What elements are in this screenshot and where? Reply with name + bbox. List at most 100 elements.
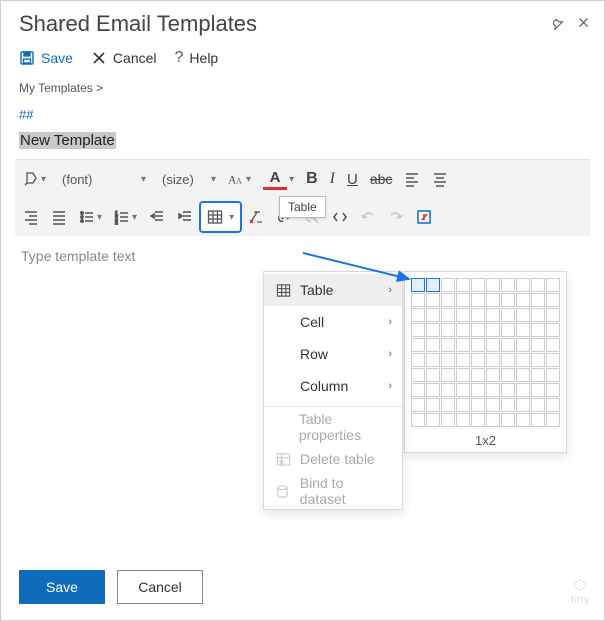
table-button[interactable]: ▾ bbox=[199, 201, 242, 233]
grid-cell[interactable] bbox=[486, 353, 500, 367]
numbered-list-button[interactable]: 123 ▾ bbox=[108, 202, 143, 232]
grid-cell[interactable] bbox=[456, 368, 470, 382]
grid-cell[interactable] bbox=[411, 368, 425, 382]
grid-cell[interactable] bbox=[426, 323, 440, 337]
grid-cell[interactable] bbox=[411, 278, 425, 292]
clear-formatting-button[interactable] bbox=[242, 202, 270, 232]
grid-cell[interactable] bbox=[471, 368, 485, 382]
grid-cell[interactable] bbox=[441, 368, 455, 382]
bold-button[interactable]: B bbox=[300, 164, 324, 194]
grid-cell[interactable] bbox=[426, 338, 440, 352]
grid-cell[interactable] bbox=[456, 323, 470, 337]
grid-cell[interactable] bbox=[471, 293, 485, 307]
grid-cell[interactable] bbox=[426, 383, 440, 397]
grid-cell[interactable] bbox=[501, 398, 515, 412]
grid-cell[interactable] bbox=[501, 308, 515, 322]
strike-button[interactable]: abc bbox=[364, 164, 399, 194]
grid-cell[interactable] bbox=[546, 308, 560, 322]
grid-cell[interactable] bbox=[486, 413, 500, 427]
grid-cell[interactable] bbox=[486, 338, 500, 352]
close-icon[interactable] bbox=[577, 16, 590, 33]
grid-cell[interactable] bbox=[501, 338, 515, 352]
grid-cell[interactable] bbox=[546, 398, 560, 412]
grid-cell[interactable] bbox=[486, 398, 500, 412]
grid-cell[interactable] bbox=[426, 278, 440, 292]
grid-cell[interactable] bbox=[471, 338, 485, 352]
grid-cell[interactable] bbox=[456, 383, 470, 397]
grid-cell[interactable] bbox=[471, 383, 485, 397]
grid-cell[interactable] bbox=[426, 398, 440, 412]
font-step-button[interactable]: AA ▾ bbox=[222, 164, 257, 194]
grid-cell[interactable] bbox=[441, 398, 455, 412]
macro-button[interactable]: ▾ bbox=[17, 164, 52, 194]
grid-cell[interactable] bbox=[471, 413, 485, 427]
grid-cell[interactable] bbox=[441, 413, 455, 427]
grid-cell[interactable] bbox=[471, 398, 485, 412]
align-left-button[interactable] bbox=[398, 164, 426, 194]
grid-cell[interactable] bbox=[501, 413, 515, 427]
menu-column[interactable]: Column › bbox=[264, 370, 402, 402]
grid-cell[interactable] bbox=[411, 353, 425, 367]
grid-cell[interactable] bbox=[546, 368, 560, 382]
grid-cell[interactable] bbox=[546, 338, 560, 352]
grid-cell[interactable] bbox=[456, 413, 470, 427]
grid-cell[interactable] bbox=[501, 368, 515, 382]
bullet-list-button[interactable]: ▾ bbox=[73, 202, 108, 232]
grid-cell[interactable] bbox=[411, 398, 425, 412]
grid-cell[interactable] bbox=[456, 278, 470, 292]
grid-cell[interactable] bbox=[456, 338, 470, 352]
grid-cell[interactable] bbox=[441, 353, 455, 367]
grid-cell[interactable] bbox=[426, 353, 440, 367]
grid-cell[interactable] bbox=[516, 308, 530, 322]
grid-cell[interactable] bbox=[486, 383, 500, 397]
grid-cell[interactable] bbox=[516, 353, 530, 367]
grid-cell[interactable] bbox=[456, 398, 470, 412]
grid-cell[interactable] bbox=[516, 338, 530, 352]
grid-cell[interactable] bbox=[501, 353, 515, 367]
grid-cell[interactable] bbox=[516, 368, 530, 382]
insert-button[interactable] bbox=[410, 202, 438, 232]
grid-cell[interactable] bbox=[411, 383, 425, 397]
menu-table[interactable]: Table › bbox=[264, 274, 402, 306]
template-title-field[interactable]: New Template bbox=[19, 132, 116, 149]
grid-cell[interactable] bbox=[501, 383, 515, 397]
cancel-action[interactable]: Cancel bbox=[91, 50, 157, 66]
hash-link[interactable]: ## bbox=[1, 99, 604, 128]
grid-cell[interactable] bbox=[426, 368, 440, 382]
grid-cell[interactable] bbox=[516, 323, 530, 337]
source-code-button[interactable] bbox=[326, 202, 354, 232]
grid-cell[interactable] bbox=[546, 413, 560, 427]
italic-button[interactable]: I bbox=[324, 164, 341, 194]
grid-cell[interactable] bbox=[531, 368, 545, 382]
grid-cell[interactable] bbox=[546, 353, 560, 367]
grid-cell[interactable] bbox=[471, 323, 485, 337]
grid-cell[interactable] bbox=[531, 293, 545, 307]
grid-cell[interactable] bbox=[531, 338, 545, 352]
grid-cell[interactable] bbox=[501, 293, 515, 307]
font-color-button[interactable]: A ▾ bbox=[257, 164, 300, 194]
grid-cell[interactable] bbox=[471, 353, 485, 367]
font-family-select[interactable]: (font) ▾ bbox=[52, 164, 152, 194]
outdent-button[interactable] bbox=[143, 202, 171, 232]
grid-cell[interactable] bbox=[531, 308, 545, 322]
grid-cell[interactable] bbox=[531, 383, 545, 397]
redo-button[interactable] bbox=[382, 202, 410, 232]
grid-cell[interactable] bbox=[441, 308, 455, 322]
grid-cell[interactable] bbox=[531, 278, 545, 292]
grid-cell[interactable] bbox=[531, 413, 545, 427]
grid-cell[interactable] bbox=[441, 383, 455, 397]
grid-cell[interactable] bbox=[546, 293, 560, 307]
grid-cell[interactable] bbox=[441, 338, 455, 352]
grid-cell[interactable] bbox=[546, 278, 560, 292]
grid-cell[interactable] bbox=[516, 278, 530, 292]
grid-cell[interactable] bbox=[441, 323, 455, 337]
grid-cell[interactable] bbox=[486, 308, 500, 322]
align-center-button[interactable] bbox=[426, 164, 454, 194]
grid-cell[interactable] bbox=[411, 308, 425, 322]
grid-cell[interactable] bbox=[426, 293, 440, 307]
save-action[interactable]: Save bbox=[19, 50, 73, 66]
grid-cell[interactable] bbox=[516, 398, 530, 412]
grid-cell[interactable] bbox=[456, 353, 470, 367]
grid-cell[interactable] bbox=[486, 278, 500, 292]
grid-cell[interactable] bbox=[486, 293, 500, 307]
